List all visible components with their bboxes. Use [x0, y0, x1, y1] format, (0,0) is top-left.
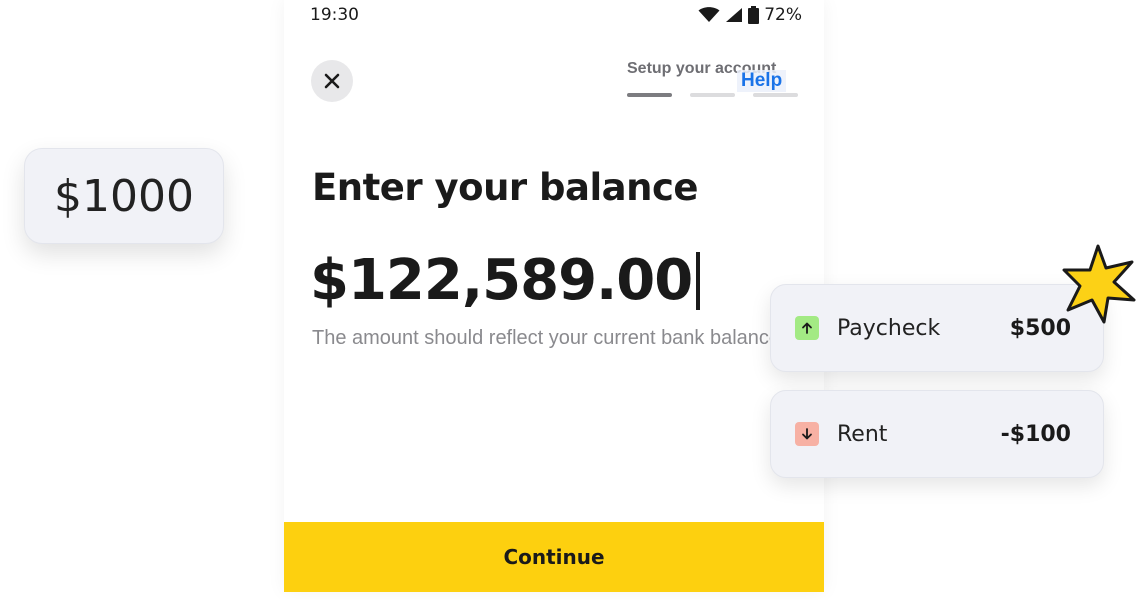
helper-text: The amount should reflect your current b… — [312, 327, 781, 349]
arrow-up-icon — [795, 316, 819, 340]
balance-chip: $1000 — [24, 148, 224, 244]
transaction-card-rent: Rent -$100 — [770, 390, 1104, 478]
balance-input[interactable]: $122,589.00 — [310, 248, 701, 313]
text-cursor — [696, 251, 701, 310]
transaction-label: Rent — [837, 421, 888, 447]
close-icon — [324, 73, 340, 89]
status-bar: 19:30 72% — [284, 0, 824, 30]
help-link[interactable]: Help — [737, 70, 787, 92]
progress-step — [627, 93, 672, 97]
status-icons: 72% — [698, 5, 802, 25]
star-icon — [1062, 244, 1136, 324]
continue-button-label: Continue — [503, 545, 605, 569]
close-button[interactable] — [311, 60, 353, 102]
page-title: Enter your balance — [312, 166, 699, 209]
balance-amount: $122,589.00 — [310, 248, 693, 313]
status-time: 19:30 — [310, 5, 359, 25]
progress-step — [753, 93, 798, 97]
battery-icon — [748, 6, 760, 24]
arrow-down-icon — [795, 422, 819, 446]
progress-step — [690, 93, 735, 97]
continue-button[interactable]: Continue — [284, 522, 824, 592]
wifi-icon — [698, 7, 720, 22]
progress-indicator — [627, 93, 798, 97]
battery-level: 72% — [764, 5, 802, 25]
phone-screen: 19:30 72% Setup your account Help Enter … — [284, 0, 824, 592]
transaction-amount: -$100 — [1000, 421, 1071, 447]
balance-chip-amount: $1000 — [54, 170, 194, 222]
transaction-label: Paycheck — [837, 315, 941, 341]
transaction-card-paycheck: Paycheck $500 — [770, 284, 1104, 372]
signal-icon — [726, 8, 743, 22]
